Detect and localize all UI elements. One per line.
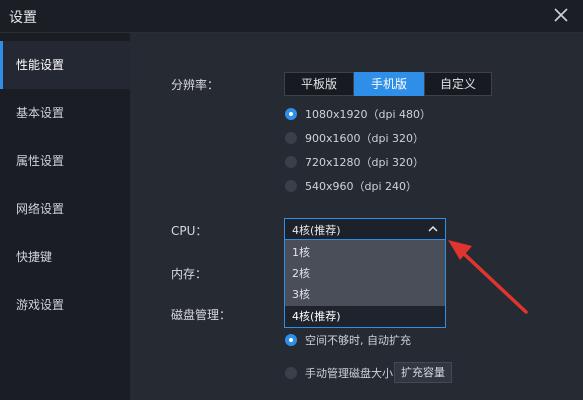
radio-unchecked-icon (285, 180, 297, 192)
cpu-dropdown-list: 1核 2核 3核 4核(推荐) (284, 240, 446, 328)
resolution-option-900[interactable]: 900x1600（dpi 320） (285, 129, 424, 147)
radio-checked-icon (285, 108, 297, 120)
window-title: 设置 (9, 10, 37, 26)
title-bar: 设置 (0, 0, 583, 33)
radio-unchecked-icon (285, 156, 297, 168)
disk-option-label: 手动管理磁盘大小 (305, 367, 393, 380)
memory-label: 内存： (171, 267, 208, 281)
resolution-option-720[interactable]: 720x1280（dpi 320） (285, 153, 424, 171)
disk-option-manual[interactable]: 手动管理磁盘大小 (285, 364, 393, 382)
cpu-option-2[interactable]: 2核 (285, 263, 445, 284)
chevron-up-icon (428, 225, 438, 232)
resolution-segmented-control: 平板版 手机版 自定义 (284, 72, 492, 96)
disk-option-auto[interactable]: 空间不够时, 自动扩充 (285, 331, 411, 349)
sidebar-item-basic[interactable]: 基本设置 (0, 89, 130, 137)
radio-unchecked-icon (285, 367, 297, 379)
tab-phone[interactable]: 手机版 (354, 72, 424, 96)
resolution-option-label: 900x1600（dpi 320） (305, 132, 425, 145)
sidebar-item-network[interactable]: 网络设置 (0, 185, 130, 233)
red-arrow-icon (448, 240, 528, 314)
cpu-select[interactable]: 4核(推荐) (284, 218, 446, 240)
sidebar-item-game[interactable]: 游戏设置 (0, 281, 130, 329)
radio-unchecked-icon (285, 132, 297, 144)
resolution-option-label: 540x960（dpi 240） (305, 180, 418, 193)
sidebar-item-performance[interactable]: 性能设置 (0, 41, 130, 89)
sidebar-item-properties[interactable]: 属性设置 (0, 137, 130, 185)
close-icon[interactable] (551, 5, 571, 25)
resolution-option-1080[interactable]: 1080x1920（dpi 480） (285, 105, 431, 123)
cpu-label: CPU： (171, 224, 208, 238)
tab-custom[interactable]: 自定义 (424, 72, 492, 96)
cpu-option-3[interactable]: 3核 (285, 284, 445, 305)
cpu-option-4[interactable]: 4核(推荐) (285, 306, 445, 327)
expand-capacity-button[interactable]: 扩充容量 (394, 362, 452, 383)
resolution-label: 分辨率： (171, 78, 220, 92)
cpu-option-1[interactable]: 1核 (285, 242, 445, 263)
resolution-option-540[interactable]: 540x960（dpi 240） (285, 177, 417, 195)
tab-tablet[interactable]: 平板版 (284, 72, 354, 96)
sidebar: 性能设置 基本设置 属性设置 网络设置 快捷键 游戏设置 (0, 33, 130, 400)
radio-checked-icon (285, 334, 297, 346)
disk-label: 磁盘管理： (171, 308, 232, 322)
resolution-option-label: 1080x1920（dpi 480） (305, 108, 432, 121)
cpu-selected-value: 4核(推荐) (292, 224, 341, 237)
resolution-option-label: 720x1280（dpi 320） (305, 156, 425, 169)
disk-option-label: 空间不够时, 自动扩充 (305, 334, 411, 347)
sidebar-item-shortcuts[interactable]: 快捷键 (0, 233, 130, 281)
